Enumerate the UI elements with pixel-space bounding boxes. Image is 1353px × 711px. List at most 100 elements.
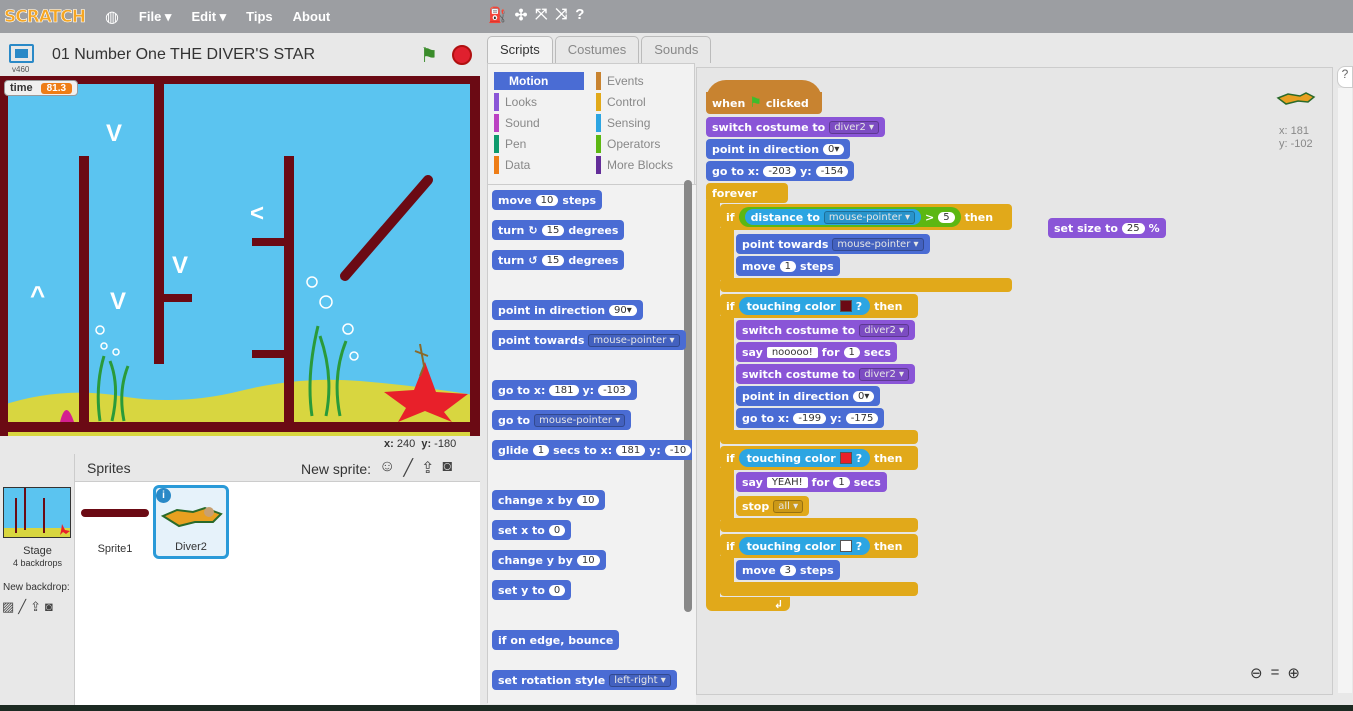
zoom-out-icon[interactable]: ⊖ — [1250, 664, 1263, 682]
block-goto-xy[interactable]: go to x: -199 y: -175 — [736, 408, 885, 428]
tab-sounds[interactable]: Sounds — [641, 36, 712, 63]
file-menu[interactable]: File ▾ — [139, 9, 172, 25]
backdrop-library-icon[interactable]: ▨ — [2, 599, 14, 615]
block-turn-left[interactable]: turn ↺ 15 degrees — [492, 250, 625, 270]
category-data[interactable]: Data — [494, 156, 530, 174]
stage-thumbnail[interactable] — [3, 487, 71, 538]
block-point-towards[interactable]: point towards mouse-pointer ▾ — [736, 234, 930, 254]
paint-sprite-icon[interactable]: ╱ — [403, 458, 413, 478]
upload-backdrop-icon[interactable]: ⇪ — [30, 599, 41, 615]
category-looks[interactable]: Looks — [494, 93, 537, 111]
block-bounce[interactable]: if on edge, bounce — [492, 630, 620, 650]
zoom-controls: ⊖ = ⊕ — [1250, 664, 1300, 682]
cut-icon[interactable]: ✣ — [515, 6, 528, 24]
category-pen[interactable]: Pen — [494, 135, 526, 153]
block-goto-xy[interactable]: go to x: 181 y: -103 — [492, 380, 637, 400]
category-sound[interactable]: Sound — [494, 114, 540, 132]
block-goto[interactable]: go to mouse-pointer ▾ — [492, 410, 632, 430]
category-sensing[interactable]: Sensing — [596, 114, 650, 132]
if-arm — [720, 468, 734, 520]
block-change-x[interactable]: change x by 10 — [492, 490, 606, 510]
block-set-x[interactable]: set x to 0 — [492, 520, 572, 540]
duplicate-icon[interactable]: ⛽ — [488, 6, 507, 24]
block-move[interactable]: move 1 steps — [736, 256, 840, 276]
block-switch-costume[interactable]: switch costume to diver2 ▾ — [706, 117, 886, 137]
palette-scrollbar[interactable] — [684, 180, 692, 612]
sprite-library-icon[interactable]: ☺ — [379, 458, 395, 478]
distance-block: distance to mouse-pointer ▾ — [744, 209, 922, 225]
tab-costumes[interactable]: Costumes — [554, 36, 640, 63]
category-events[interactable]: Events — [596, 72, 644, 90]
block-if-touching-wall[interactable]: if touching color? then — [720, 294, 918, 318]
stop-icon[interactable] — [452, 45, 472, 65]
scratch-logo[interactable]: SCRATCH — [4, 6, 87, 27]
category-more-blocks[interactable]: More Blocks — [596, 156, 673, 174]
block-point-direction[interactable]: point in direction 0▾ — [736, 386, 881, 406]
block-goto-xy[interactable]: go to x: -203 y: -154 — [706, 161, 855, 181]
camera-sprite-icon[interactable]: ◙ — [442, 458, 452, 478]
block-point-direction[interactable]: point in direction 0▾ — [706, 139, 851, 159]
block-change-y[interactable]: change y by 10 — [492, 550, 606, 570]
block-if-touching-star[interactable]: if touching color? then — [720, 446, 918, 470]
green-flag-icon: ⚑ — [749, 95, 762, 111]
if-end — [720, 518, 918, 532]
grow-icon[interactable]: ⤧ — [535, 6, 547, 24]
block-point-direction[interactable]: point in direction 90▾ — [492, 300, 643, 320]
sprite-tile-selected[interactable]: i Diver2 — [153, 485, 229, 559]
touching-color-block: touching color? — [738, 449, 871, 467]
info-icon[interactable]: i — [156, 488, 171, 503]
block-glide[interactable]: glide 1 secs to x: 181 y: -10 — [492, 440, 692, 460]
block-set-size[interactable]: set size to 25% — [1048, 218, 1166, 238]
color-swatch-wall — [839, 300, 852, 312]
zoom-in-icon[interactable]: ⊕ — [1287, 664, 1300, 682]
paint-backdrop-icon[interactable]: ╱ — [18, 599, 26, 615]
script-scrollbar[interactable] — [1338, 88, 1352, 693]
project-title[interactable]: 01 Number One THE DIVER'S STAR — [52, 46, 315, 64]
shrink-icon[interactable]: ⤨ — [555, 6, 567, 24]
block-switch-costume[interactable]: switch costume to diver2 ▾ — [736, 364, 916, 384]
block-rotation-style[interactable]: set rotation style left-right ▾ — [492, 670, 677, 690]
variable-name: time — [10, 82, 33, 94]
block-say-for[interactable]: say nooooo! for 1 secs — [736, 342, 897, 362]
tab-scripts[interactable]: Scripts — [487, 36, 553, 63]
block-point-towards[interactable]: point towards mouse-pointer ▾ — [492, 330, 686, 350]
about-menu[interactable]: About — [293, 9, 331, 24]
diver-thumbnail — [160, 506, 223, 528]
block-stop[interactable]: stop all ▾ — [736, 496, 810, 516]
new-sprite-label: New sprite: — [301, 461, 372, 477]
camera-backdrop-icon[interactable]: ◙ — [45, 599, 53, 615]
tips-menu[interactable]: Tips — [246, 9, 273, 24]
arrow-label: < — [250, 200, 265, 227]
upload-sprite-icon[interactable]: ⇪ — [421, 458, 434, 478]
block-switch-costume[interactable]: switch costume to diver2 ▾ — [736, 320, 916, 340]
sprites-panel: Stage 4 backdrops New backdrop: ▨ ╱ ⇪ ◙ … — [0, 454, 480, 709]
block-move[interactable]: move 10 steps — [492, 190, 603, 210]
sprite-name: Diver2 — [175, 541, 207, 553]
zoom-reset-icon[interactable]: = — [1271, 664, 1280, 682]
greater-than-block: distance to mouse-pointer ▾ >5 — [738, 207, 961, 227]
help-icon[interactable]: ? — [575, 6, 584, 24]
help-tab-icon[interactable]: ? — [1337, 66, 1353, 88]
category-motion[interactable]: Motion — [494, 72, 584, 90]
category-operators[interactable]: Operators — [596, 135, 660, 153]
touching-color-block: touching color? — [738, 537, 871, 555]
globe-icon[interactable]: ◍ — [105, 7, 119, 27]
color-swatch-star — [839, 452, 852, 464]
block-if-distance[interactable]: if distance to mouse-pointer ▾ >5 then — [720, 204, 1012, 230]
category-control[interactable]: Control — [596, 93, 646, 111]
if-arm — [720, 228, 734, 280]
sprite-preview-icon — [1276, 88, 1316, 111]
stage[interactable]: time 81.3 V V < ^ V — [0, 76, 480, 436]
block-say-for[interactable]: say YEAH! for 1 secs — [736, 472, 887, 492]
block-move[interactable]: move 3 steps — [736, 560, 840, 580]
sprite-name: Sprite1 — [97, 543, 133, 555]
if-end — [720, 582, 918, 596]
fullscreen-icon[interactable] — [9, 44, 34, 63]
sprite-tile[interactable]: Sprite1 — [79, 487, 151, 559]
block-when-flag-clicked[interactable]: when ⚑ clicked — [706, 92, 822, 114]
green-flag-icon[interactable]: ⚑ — [420, 43, 438, 68]
block-turn-right[interactable]: turn ↻ 15 degrees — [492, 220, 625, 240]
edit-menu[interactable]: Edit ▾ — [191, 9, 226, 25]
block-set-y[interactable]: set y to 0 — [492, 580, 572, 600]
block-if-touching-white[interactable]: if touching color? then — [720, 534, 918, 558]
